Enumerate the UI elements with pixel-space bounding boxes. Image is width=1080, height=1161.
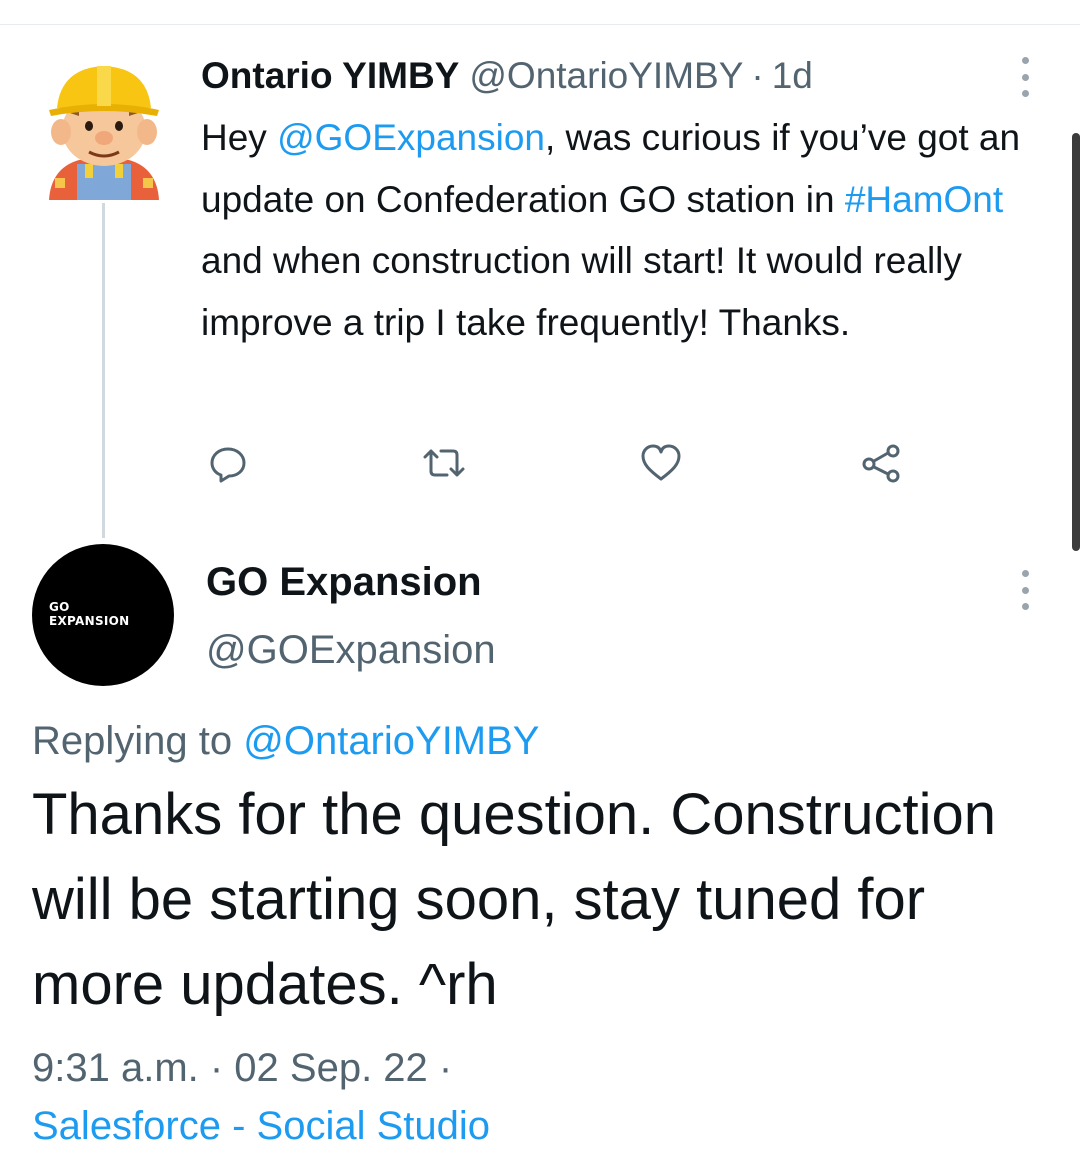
more-options-icon[interactable] [1018,57,1032,97]
retweet-button[interactable] [419,438,469,488]
replying-to: Replying to @OntarioYIMBY [32,715,539,767]
top-divider [0,24,1080,25]
go-expansion-logo: GO EXPANSION [49,600,130,628]
tweet-text-segment: Hey [201,117,278,158]
hashtag-link[interactable]: #HamOnt [845,179,1003,220]
tweet-timestamp[interactable]: 9:31 a.m. · 02 Sep. 22 · [32,1042,452,1094]
tweet-time-ago[interactable]: 1d [772,52,813,100]
logo-line: EXPANSION [49,614,130,628]
reply-tweet-text: Thanks for the question. Construction wi… [32,782,996,1017]
parent-tweet-text: Hey @GOExpansion, was curious if you’ve … [201,107,1051,353]
reply-icon [210,447,246,483]
logo-line: GO [49,600,70,614]
retweet-icon [423,449,465,477]
reply-button[interactable] [203,438,253,488]
reply-author-handle[interactable]: @GOExpansion [206,624,496,676]
header-separator: · [751,55,764,96]
bob-the-builder-avatar-icon [49,66,159,200]
author-handle[interactable]: @OntarioYIMBY [469,52,743,100]
tweet-text-segment: and when construction will start! It wou… [201,240,962,343]
replying-to-handle-link[interactable]: @OntarioYIMBY [243,719,539,763]
like-button[interactable] [636,438,686,488]
share-button[interactable] [856,438,906,488]
avatar-go-expansion[interactable]: GO EXPANSION [32,544,174,686]
mention-link[interactable]: @GOExpansion [277,117,545,158]
replying-prefix: Replying to [32,719,244,763]
share-icon [862,444,900,483]
reply-author-name[interactable]: GO Expansion [206,556,482,608]
tweet-source-link[interactable]: Salesforce - Social Studio [32,1100,490,1152]
like-icon [641,444,681,481]
reply-more-options-icon[interactable] [1018,570,1032,610]
tweet-actions-bar [0,438,1080,488]
scrollbar[interactable] [1072,133,1080,551]
parent-tweet-header: Ontario YIMBY @OntarioYIMBY · 1d [201,52,813,100]
author-name[interactable]: Ontario YIMBY [201,52,459,100]
avatar-ontario-yimby[interactable] [39,60,169,200]
